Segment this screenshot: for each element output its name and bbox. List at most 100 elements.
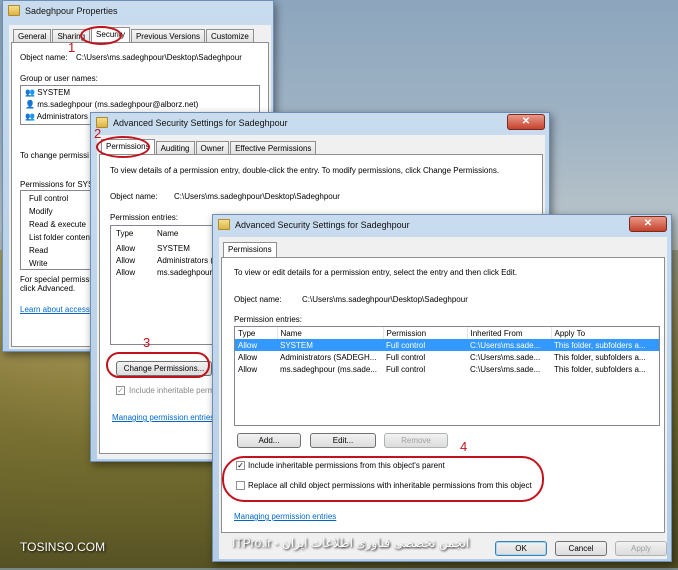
cell-inherited: C:\Users\ms.sade...	[470, 364, 541, 374]
table-row-type[interactable]: Allow	[116, 244, 135, 253]
tab-owner[interactable]: Owner	[195, 141, 230, 154]
table-row-type[interactable]: Allow	[116, 256, 135, 265]
properties-tabs: General Sharing Security Previous Versio…	[13, 27, 255, 42]
object-name-value: C:\Users\ms.sadeghpour\Desktop\Sadeghpou…	[76, 53, 242, 62]
user-icon: 👥	[25, 112, 37, 121]
cell-permission: Full control	[386, 352, 426, 362]
table-row-name[interactable]: Administrators (S	[157, 256, 218, 265]
list-item[interactable]: 👥 SYSTEM	[25, 88, 70, 97]
user-icon: 👤	[25, 100, 38, 109]
close-icon[interactable]: ✕	[507, 114, 545, 130]
cell-name: Administrators (SADEGH...	[280, 352, 377, 362]
list-item: Full control	[29, 194, 69, 203]
cell-permission: Full control	[383, 339, 467, 351]
cell-name: SYSTEM	[277, 339, 383, 351]
adv1-object-name-value: C:\Users\ms.sadeghpour\Desktop\Sadeghpou…	[174, 192, 340, 201]
col-permission[interactable]: Permission	[383, 327, 468, 339]
list-item: List folder content	[29, 233, 93, 242]
properties-title: Sadeghpour Properties	[25, 6, 118, 16]
list-item[interactable]: 👤 ms.sadeghpour (ms.sadeghpour@alborz.ne…	[25, 100, 198, 109]
tab-previous-versions[interactable]: Previous Versions	[130, 29, 205, 42]
adv1-intro: To view details of a permission entry, d…	[110, 166, 500, 175]
group-label: Group or user names:	[20, 74, 98, 83]
annotation-oval-permissions-tab	[96, 136, 150, 158]
adv1-col-name[interactable]: Name	[157, 229, 178, 238]
special-permissions-text: For special permissio	[20, 275, 96, 284]
list-item: Read	[29, 246, 49, 255]
adv2-object-name-label: Object name:	[234, 295, 282, 304]
cell-apply: This folder, subfolders a...	[551, 339, 659, 351]
click-advanced-text: click Advanced.	[20, 284, 76, 293]
cell-type: Allow	[238, 352, 258, 362]
list-item: Read & execute	[29, 220, 86, 229]
adv2-titlebar[interactable]: Advanced Security Settings for Sadeghpou…	[213, 215, 671, 235]
folder-icon	[218, 219, 230, 230]
add-button[interactable]: Add...	[237, 433, 301, 448]
adv2-entries-table[interactable]: Type Name Permission Inherited From Appl…	[234, 326, 660, 426]
adv1-col-type[interactable]: Type	[116, 229, 133, 238]
cell-name: ms.sadeghpour (ms.sade...	[280, 364, 377, 374]
tab-auditing[interactable]: Auditing	[155, 141, 195, 154]
table-row[interactable]: Allow Administrators (SADEGH... Full con…	[235, 351, 659, 363]
tab-effective-permissions[interactable]: Effective Permissions	[230, 141, 317, 154]
manage-permission-link[interactable]: Managing permission entries	[234, 512, 336, 521]
adv2-object-name-value: C:\Users\ms.sadeghpour\Desktop\Sadeghpou…	[302, 295, 468, 304]
cell-inherited: C:\Users\ms.sade...	[467, 339, 551, 351]
adv2-tabs: Permissions	[223, 242, 278, 257]
table-row-type[interactable]: Allow	[116, 268, 135, 277]
adv2-title: Advanced Security Settings for Sadeghpou…	[235, 220, 410, 230]
permissions-for-label: Permissions for SYS	[20, 180, 94, 189]
adv1-object-name-label: Object name:	[110, 192, 158, 201]
include-inheritable-checkbox: ✓	[116, 386, 125, 395]
annotation-oval-checkboxes	[222, 456, 544, 502]
adv2-entries-label: Permission entries:	[234, 315, 303, 324]
adv2-intro: To view or edit details for a permission…	[234, 268, 518, 277]
col-name[interactable]: Name	[277, 327, 384, 339]
col-apply-to[interactable]: Apply To	[551, 327, 659, 339]
adv1-entries-label: Permission entries:	[110, 213, 179, 222]
table-row[interactable]: Allow SYSTEM Full control C:\Users\ms.sa…	[235, 339, 659, 351]
table-header: Type Name Permission Inherited From Appl…	[235, 327, 659, 339]
annotation-3: 3	[143, 335, 151, 350]
adv1-titlebar[interactable]: Advanced Security Settings for Sadeghpou…	[91, 113, 549, 133]
object-name-label: Object name:	[20, 53, 68, 62]
learn-access-link[interactable]: Learn about access	[20, 305, 90, 314]
folder-icon	[8, 5, 20, 16]
annotation-1: 1	[68, 40, 76, 55]
cell-permission: Full control	[386, 364, 426, 374]
cell-apply: This folder, subfolders a...	[554, 364, 646, 374]
manage-permission-link[interactable]: Managing permission entries	[112, 413, 214, 422]
table-row[interactable]: Allow ms.sadeghpour (ms.sade... Full con…	[235, 363, 659, 375]
properties-titlebar[interactable]: Sadeghpour Properties	[3, 1, 273, 21]
col-type[interactable]: Type	[235, 327, 278, 339]
footer-brand: TOSINSO.COM	[20, 540, 106, 554]
tab-customize[interactable]: Customize	[205, 29, 254, 42]
list-item: Modify	[29, 207, 53, 216]
remove-button[interactable]: Remove	[384, 433, 448, 448]
footer-site-caption: انجمن تخصصی فناوری اطلاعات ایران - ITPro…	[232, 536, 470, 550]
annotation-2: 2	[94, 126, 102, 141]
user-icon: 👥	[25, 88, 38, 97]
adv1-title: Advanced Security Settings for Sadeghpou…	[113, 118, 288, 128]
annotation-4: 4	[460, 439, 468, 454]
list-item: Write	[29, 259, 48, 268]
permission-table: Type Name Permission Inherited From Appl…	[235, 327, 659, 375]
list-item[interactable]: 👥 Administrators	[25, 112, 88, 121]
col-inherited-from[interactable]: Inherited From	[467, 327, 552, 339]
close-icon[interactable]: ✕	[629, 216, 667, 232]
change-permissions-text: To change permissi	[20, 151, 89, 160]
tab-permissions[interactable]: Permissions	[223, 242, 277, 257]
cell-apply: This folder, subfolders a...	[554, 352, 646, 362]
adv2-body: Permissions To view or edit details for …	[219, 237, 667, 559]
edit-button[interactable]: Edit...	[310, 433, 376, 448]
cell-type: Allow	[238, 364, 258, 374]
table-row-name[interactable]: SYSTEM	[157, 244, 190, 253]
ok-button[interactable]: OK	[495, 541, 547, 556]
cell-type: Allow	[235, 339, 277, 351]
apply-button[interactable]: Apply	[615, 541, 667, 556]
annotation-oval-security	[80, 26, 122, 45]
tab-general[interactable]: General	[13, 29, 52, 42]
advanced-security-window-2[interactable]: Advanced Security Settings for Sadeghpou…	[212, 214, 672, 562]
cancel-button[interactable]: Cancel	[555, 541, 607, 556]
annotation-oval-change-button	[106, 352, 210, 378]
